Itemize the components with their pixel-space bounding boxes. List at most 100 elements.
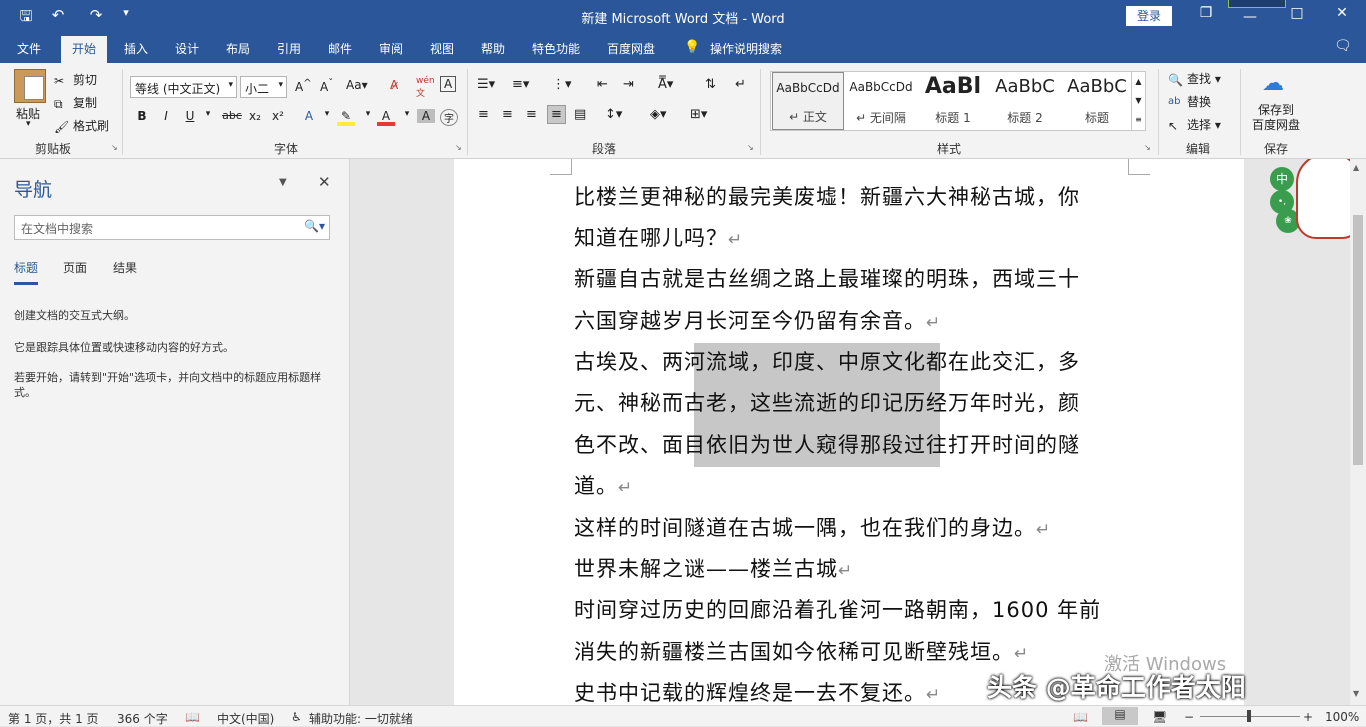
bullets-icon[interactable]: ☰▾ [477, 77, 495, 92]
enclose-char-icon[interactable]: 字 [440, 109, 458, 126]
highlight-icon[interactable]: ✎ [337, 109, 355, 126]
save-to-baidu-button[interactable]: 保存到 百度网盘 [1252, 103, 1300, 133]
ime-chinese-icon[interactable]: 中 [1270, 167, 1294, 191]
scroll-down-icon[interactable]: ▼ [1353, 689, 1359, 698]
show-marks-icon[interactable]: ↵ [735, 77, 746, 92]
format-painter-button[interactable]: 🖌 格式刷 [54, 117, 109, 134]
tab-design[interactable]: 设计 [175, 40, 199, 57]
align-left-icon[interactable]: ≡ [478, 107, 489, 122]
tab-review[interactable]: 审阅 [379, 40, 403, 57]
font-color-dropdown-icon[interactable]: ▾ [398, 109, 416, 119]
font-launcher-icon[interactable]: ↘ [455, 143, 462, 152]
text-effects-dropdown-icon[interactable]: ▾ [318, 109, 336, 119]
style-no-spacing[interactable]: AaBbCcDd ↵ 无间隔 [845, 72, 917, 130]
styles-launcher-icon[interactable]: ↘ [1144, 143, 1151, 152]
sort-icon[interactable]: ⇅ [705, 77, 716, 92]
read-mode-icon[interactable]: 📖 [1073, 710, 1088, 724]
copy-button[interactable]: ⧉ 复制 [54, 94, 97, 111]
paragraph-launcher-icon[interactable]: ↘ [747, 143, 754, 152]
search-icon[interactable]: 🔍▾ [304, 219, 325, 233]
tab-layout[interactable]: 布局 [226, 40, 250, 57]
text-effects-icon[interactable]: A [300, 109, 318, 123]
tab-references[interactable]: 引用 [277, 40, 301, 57]
scroll-thumb[interactable] [1353, 215, 1363, 465]
distributed-icon[interactable]: ▤ [574, 107, 586, 122]
char-border-icon[interactable]: A [440, 76, 457, 92]
comment-icon[interactable]: 🗨 [1334, 38, 1352, 54]
scroll-up-icon[interactable]: ▲ [1353, 163, 1359, 172]
underline-icon[interactable]: U [181, 109, 199, 123]
close-icon[interactable]: ✕ [318, 173, 331, 191]
replace-button[interactable]: ab 替换 [1168, 93, 1211, 110]
style-title[interactable]: AaBbC 标题 [1061, 72, 1133, 130]
nav-tab-results[interactable]: 结果 [113, 259, 137, 276]
tab-file[interactable]: 文件 [17, 40, 41, 57]
italic-icon[interactable]: I [157, 109, 175, 123]
login-button[interactable]: 登录 [1126, 6, 1172, 26]
zoom-slider-thumb[interactable] [1247, 710, 1251, 722]
change-case-icon[interactable]: Aa▾ [346, 78, 368, 92]
clear-format-icon[interactable]: A̷ [390, 78, 398, 92]
decrease-indent-icon[interactable]: ⇤ [597, 77, 608, 92]
strikethrough-icon[interactable]: abc [220, 109, 244, 122]
tell-me-search[interactable]: 操作说明搜索 [710, 40, 782, 57]
nav-tab-pages[interactable]: 页面 [63, 259, 87, 276]
highlight-dropdown-icon[interactable]: ▾ [359, 109, 377, 119]
clipboard-launcher-icon[interactable]: ↘ [111, 143, 118, 152]
vertical-scrollbar[interactable]: ▲ ▼ [1350, 159, 1366, 705]
char-shading-icon[interactable]: A [417, 109, 435, 123]
numbering-icon[interactable]: ≡▾ [512, 77, 529, 92]
cut-button[interactable]: ✂ 剪切 [54, 71, 97, 88]
word-count[interactable]: 366 个字 [117, 710, 168, 727]
tab-mailings[interactable]: 邮件 [328, 40, 352, 57]
subscript-icon[interactable]: x₂ [246, 109, 264, 123]
nav-tab-headings[interactable]: 标题 [14, 259, 39, 285]
superscript-icon[interactable]: x² [269, 109, 287, 123]
line-spacing-icon[interactable]: ↕▾ [605, 107, 622, 122]
maximize-button[interactable]: □ [1282, 5, 1312, 21]
underline-dropdown-icon[interactable]: ▾ [199, 109, 217, 119]
shrink-font-icon[interactable]: Aˇ [320, 78, 333, 94]
style-heading-1[interactable]: AaBl 标题 1 [917, 72, 989, 130]
align-center-icon[interactable]: ≡ [502, 107, 513, 122]
web-layout-icon[interactable]: 🖥 [1152, 710, 1167, 724]
font-size-combo[interactable]: 小二 ▾ [240, 76, 287, 98]
accessibility-icon[interactable]: ♿ [291, 710, 302, 724]
nav-search-input[interactable]: 在文档中搜索 🔍▾ [14, 215, 330, 240]
baidu-cloud-icon[interactable]: ☁ [1262, 71, 1284, 96]
bold-icon[interactable]: B [133, 109, 151, 123]
zoom-level[interactable]: 100% [1325, 710, 1359, 724]
borders-icon[interactable]: ⊞▾ [690, 107, 707, 122]
font-name-combo[interactable]: 等线 (中文正文) ▾ [130, 76, 237, 98]
select-button[interactable]: ↖ 选择 ▾ [1168, 116, 1221, 133]
style-normal[interactable]: AaBbCcDd ↵ 正文 [772, 72, 844, 130]
paste-dropdown-icon[interactable]: ▾ [26, 119, 31, 129]
styles-scroll[interactable]: ▲ ▼ ≡ [1131, 72, 1145, 130]
tab-insert[interactable]: 插入 [124, 40, 148, 57]
find-button[interactable]: 🔍 查找 ▾ [1168, 70, 1221, 87]
align-right-icon[interactable]: ≡ [526, 107, 537, 122]
ribbon-display-icon[interactable]: ❐ [1191, 5, 1221, 21]
grow-font-icon[interactable]: A^ [295, 78, 312, 94]
shading-icon[interactable]: ◈▾ [650, 107, 667, 122]
chinese-layout-icon[interactable]: A̿▾ [658, 77, 673, 92]
paste-icon[interactable] [14, 69, 46, 103]
nav-options-icon[interactable]: ▼ [279, 177, 287, 188]
multilevel-list-icon[interactable]: ⋮▾ [552, 77, 572, 92]
font-color-icon[interactable]: A [377, 109, 395, 126]
tab-home[interactable]: 开始 [61, 36, 108, 63]
page-count[interactable]: 第 1 页，共 1 页 [8, 710, 99, 727]
zoom-out-icon[interactable]: − [1184, 710, 1194, 724]
language[interactable]: 中文(中国) [217, 710, 274, 727]
accessibility-status[interactable]: 辅助功能: 一切就绪 [309, 710, 413, 727]
print-layout-icon[interactable]: ▤ [1102, 707, 1138, 725]
tab-view[interactable]: 视图 [430, 40, 454, 57]
increase-indent-icon[interactable]: ⇥ [623, 77, 634, 92]
justify-icon[interactable]: ≡ [547, 105, 566, 124]
tab-baidu[interactable]: 百度网盘 [607, 40, 655, 57]
zoom-in-icon[interactable]: + [1303, 710, 1313, 724]
style-heading-2[interactable]: AaBbC 标题 2 [989, 72, 1061, 130]
tab-help[interactable]: 帮助 [481, 40, 505, 57]
proofing-icon[interactable]: 📖 [185, 710, 200, 724]
close-button[interactable]: ✕ [1327, 5, 1357, 21]
